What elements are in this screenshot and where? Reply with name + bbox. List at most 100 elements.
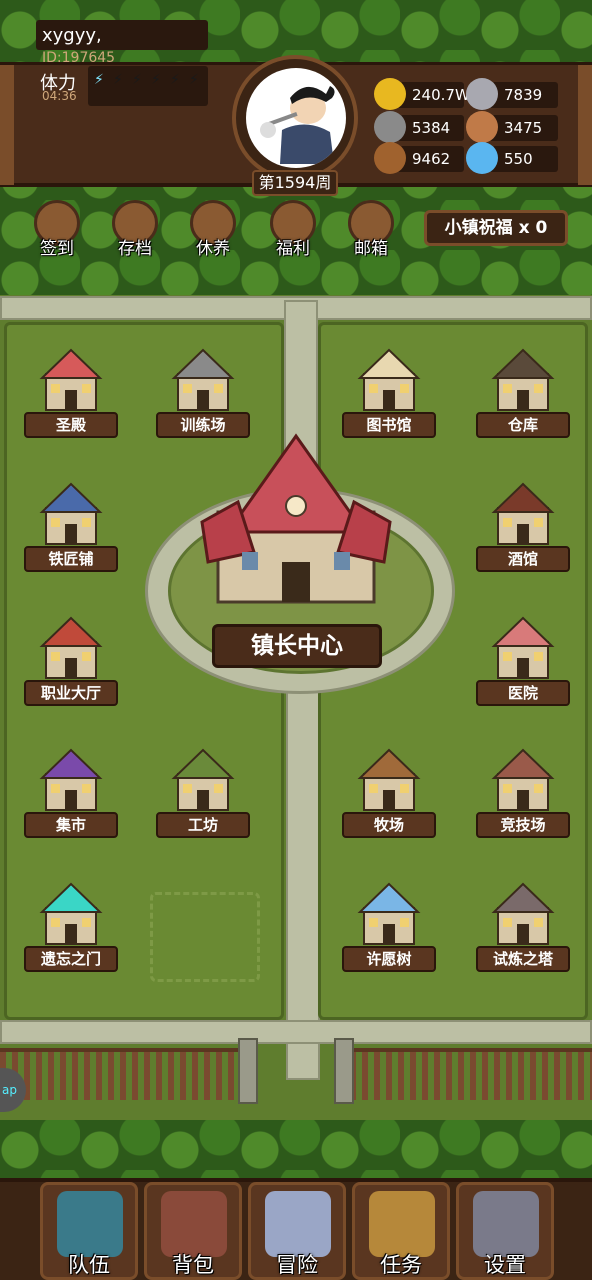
building-wishing-tree[interactable]: 许愿树 <box>342 880 436 980</box>
workshop-icon <box>171 748 235 811</box>
building-label: 仓库 <box>476 412 570 438</box>
building-forgotten-gate[interactable]: 遗忘之门 <box>24 880 118 980</box>
gate-post-right <box>334 1038 354 1104</box>
gear-icon <box>473 1191 539 1257</box>
resource-value: 550 <box>504 150 533 168</box>
training-ground-icon <box>171 348 235 411</box>
building-label: 铁匠铺 <box>24 546 118 572</box>
temple-icon <box>39 348 103 411</box>
nav-tab-label: 队伍 <box>68 1253 110 1277</box>
job-hall-icon <box>39 616 103 679</box>
empty-building-plot[interactable] <box>150 892 260 982</box>
market-icon <box>39 748 103 811</box>
building-tavern[interactable]: 酒馆 <box>476 480 570 580</box>
town-blessing-button[interactable]: 小镇祝福 x 0 <box>424 210 568 246</box>
building-label: 医院 <box>476 680 570 706</box>
building-label: 工坊 <box>156 812 250 838</box>
quick-action-save-scroll[interactable]: 存档 <box>104 196 166 266</box>
wood-log-icon <box>374 142 406 174</box>
building-label: 圣殿 <box>24 412 118 438</box>
building-label: 训练场 <box>156 412 250 438</box>
building-hospital[interactable]: 医院 <box>476 614 570 714</box>
building-label: 集市 <box>24 812 118 838</box>
stamina-bolt-icon: ⚡ <box>132 72 142 88</box>
building-label: 图书馆 <box>342 412 436 438</box>
stamina-bolt-icon: ⚡ <box>151 72 161 88</box>
nav-tab-crossed-swords[interactable]: 冒险 <box>248 1182 346 1280</box>
stamina-bolt-icon: ⚡ <box>94 72 104 88</box>
avatar-ninja-icon <box>260 86 335 164</box>
building-workshop[interactable]: 工坊 <box>156 746 250 846</box>
backpack-icon <box>161 1191 227 1257</box>
resource-value: 9462 <box>412 150 451 168</box>
header-frame-left <box>0 65 14 185</box>
quick-action-label: 福利 <box>276 239 310 259</box>
nav-tab-label: 设置 <box>484 1253 526 1277</box>
stamina-bolt-icon: ⚡ <box>189 72 199 88</box>
building-label: 竞技场 <box>476 812 570 838</box>
leather-icon <box>466 111 498 143</box>
week-counter: 第1594周 <box>252 170 338 196</box>
gold-coin-icon <box>374 78 406 110</box>
nav-tab-backpack[interactable]: 背包 <box>144 1182 242 1280</box>
nav-tab-label: 背包 <box>172 1253 214 1277</box>
ranch-icon <box>357 748 421 811</box>
building-label: 试炼之塔 <box>476 946 570 972</box>
tavern-icon <box>491 482 555 545</box>
building-job-hall[interactable]: 职业大厅 <box>24 614 118 714</box>
helmet-icon <box>57 1191 123 1257</box>
library-icon <box>357 348 421 411</box>
building-training-ground[interactable]: 训练场 <box>156 346 250 446</box>
road-bottom <box>0 1020 592 1044</box>
quick-action-rest-scroll[interactable]: 休养 <box>182 196 244 266</box>
building-ranch[interactable]: 牧场 <box>342 746 436 846</box>
resource-wood-log: 9462 <box>374 142 464 174</box>
crossed-swords-icon <box>265 1191 331 1257</box>
quick-action-shield-reward[interactable]: 福利 <box>262 196 324 266</box>
building-arena[interactable]: 竞技场 <box>476 746 570 846</box>
building-market[interactable]: 集市 <box>24 746 118 846</box>
nav-tab-label: 冒险 <box>276 1253 318 1277</box>
nav-tab-gear[interactable]: 设置 <box>456 1182 554 1280</box>
quick-action-quill-scroll[interactable]: 签到 <box>26 196 88 266</box>
iron-ingot-icon <box>466 78 498 110</box>
blacksmith-icon <box>39 482 103 545</box>
forgotten-gate-icon <box>39 882 103 945</box>
nav-tab-helmet[interactable]: 队伍 <box>40 1182 138 1280</box>
resource-value: 3475 <box>504 119 543 137</box>
building-label: 许愿树 <box>342 946 436 972</box>
building-label: 职业大厅 <box>24 680 118 706</box>
hospital-icon <box>491 616 555 679</box>
player-name[interactable]: xygyy, <box>42 25 102 46</box>
building-blacksmith[interactable]: 铁匠铺 <box>24 480 118 580</box>
building-label: 牧场 <box>342 812 436 838</box>
stamina-timer: 04:36 <box>42 89 77 103</box>
arena-icon <box>491 748 555 811</box>
building-warehouse[interactable]: 仓库 <box>476 346 570 446</box>
building-label: 酒馆 <box>476 546 570 572</box>
resource-value: 240.7W <box>412 86 470 104</box>
warehouse-icon <box>491 348 555 411</box>
resource-iron-ingot: 7839 <box>466 78 558 110</box>
resource-leather: 3475 <box>466 111 558 143</box>
quick-action-mail[interactable]: 邮箱 <box>340 196 402 266</box>
fence-left <box>0 1048 244 1100</box>
resource-value: 5384 <box>412 119 451 137</box>
player-id: ID:197645 <box>42 50 116 66</box>
resource-stone: 5384 <box>374 111 464 143</box>
nav-tab-label: 任务 <box>380 1253 422 1277</box>
building-label: 遗忘之门 <box>24 946 118 972</box>
stone-icon <box>374 111 406 143</box>
town-hall-building[interactable] <box>198 432 394 612</box>
building-trial-tower[interactable]: 试炼之塔 <box>476 880 570 980</box>
town-hall-label[interactable]: 镇长中心 <box>212 624 382 668</box>
fence-right <box>350 1048 592 1100</box>
quick-action-label: 签到 <box>40 239 74 259</box>
building-library[interactable]: 图书馆 <box>342 346 436 446</box>
nav-tab-quest-scroll[interactable]: 任务 <box>352 1182 450 1280</box>
building-temple[interactable]: 圣殿 <box>24 346 118 446</box>
avatar[interactable] <box>246 68 346 168</box>
header-frame-right <box>578 65 592 185</box>
quest-scroll-icon <box>369 1191 435 1257</box>
crystal-icon <box>466 142 498 174</box>
